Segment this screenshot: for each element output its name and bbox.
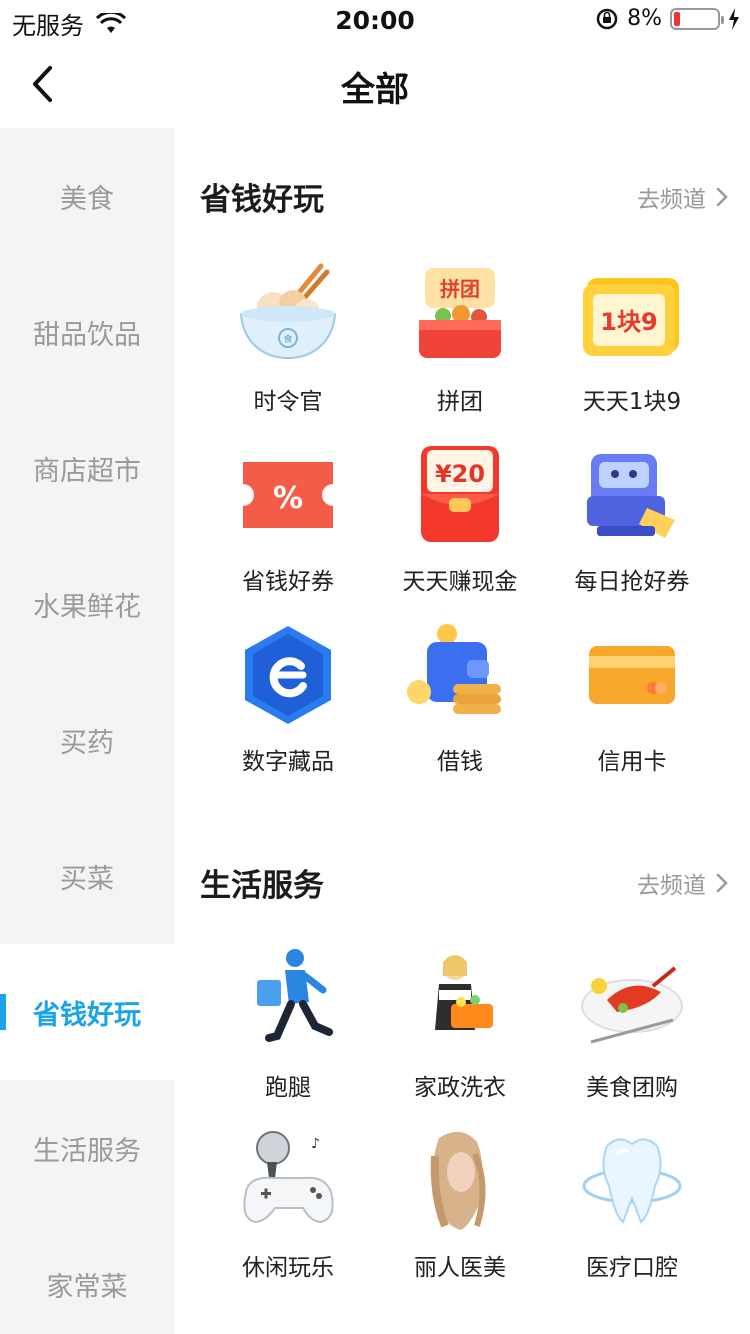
orientation-lock-icon — [596, 8, 618, 29]
housekeeping-icon — [405, 946, 515, 1056]
grid-item-leisure[interactable]: ♪ 休闲玩乐 — [202, 1126, 374, 1306]
nav-bar: 全部 — [0, 40, 750, 128]
bowl-icon: 食 — [233, 260, 343, 370]
status-bar: 无服务 20:00 8% — [0, 0, 750, 40]
tooth-icon — [577, 1126, 687, 1236]
grid-item-label: 数字藏品 — [242, 749, 334, 775]
sidebar-item-label: 家常菜 — [46, 1271, 128, 1303]
grid-item-beauty[interactable]: 丽人医美 — [374, 1126, 546, 1306]
go-channel-label: 去频道 — [637, 187, 706, 213]
grid-item-label: 拼团 — [437, 389, 483, 415]
ticket-badge: 1块9 — [600, 308, 657, 336]
svg-text:食: 食 — [283, 333, 292, 345]
grid-item-label: 天天1块9 — [582, 389, 682, 415]
red-envelope-icon: ¥20 — [405, 440, 515, 550]
sidebar-item-desserts-drinks[interactable]: 甜品饮品 — [0, 264, 174, 400]
grid-item-label: 每日抢好券 — [574, 569, 690, 595]
section-header: 生活服务 去频道 — [174, 814, 750, 946]
battery-status: 8% — [595, 6, 740, 31]
sidebar-item-groceries[interactable]: 买菜 — [0, 808, 174, 944]
grid-item-label: 时令官 — [253, 389, 323, 415]
grid-item-savings-coupon[interactable]: % 省钱好券 — [202, 440, 374, 620]
sidebar-item-food[interactable]: 美食 — [0, 128, 174, 264]
chevron-right-icon — [716, 187, 728, 207]
charging-bolt-icon — [729, 7, 739, 30]
category-sidebar: 美食 甜品饮品 商店超市 水果鲜花 买药 买菜 省钱好玩 生活服务 家常菜 — [0, 128, 174, 1334]
group-buy-badge: 拼团 — [440, 277, 480, 301]
grid-item-credit-card[interactable]: 信用卡 — [546, 620, 718, 800]
courier-icon — [233, 946, 343, 1056]
grid-item-dental[interactable]: 医疗口腔 — [546, 1126, 718, 1306]
cash-badge: ¥20 — [435, 460, 485, 488]
grid-item-label: 医疗口腔 — [586, 1255, 678, 1281]
sidebar-item-savings-fun[interactable]: 省钱好玩 — [0, 944, 174, 1080]
sidebar-item-home-cooking[interactable]: 家常菜 — [0, 1216, 174, 1334]
digital-collectible-icon — [233, 620, 343, 730]
sidebar-item-medicine[interactable]: 买药 — [0, 672, 174, 808]
grid-item-label: 省钱好券 — [242, 569, 334, 595]
sidebar-item-life-services[interactable]: 生活服务 — [0, 1080, 174, 1216]
sidebar-item-label: 省钱好玩 — [33, 999, 141, 1031]
group-buy-icon: 拼团 — [405, 260, 515, 370]
coupon-badge: % — [273, 481, 303, 516]
grid-item-label: 天天赚现金 — [402, 569, 518, 595]
sidebar-item-label: 买药 — [60, 727, 114, 759]
section-header: 省钱好玩 去频道 — [174, 128, 750, 260]
savings-grid: 食 时令官 拼团 拼团 1块9 天天1块9 % 省钱好券 ¥20 天天赚现金 每… — [174, 260, 750, 800]
grid-item-housekeeping[interactable]: 家政洗衣 — [374, 946, 546, 1126]
grid-item-label: 休闲玩乐 — [242, 1255, 334, 1281]
coupon-machine-icon — [577, 440, 687, 550]
life-services-grid: 跑腿 家政洗衣 美食团购 ♪ 休闲玩乐 丽人医美 医疗口腔 — [174, 946, 750, 1306]
battery-percent: 8% — [627, 6, 662, 31]
ticket-1-9-icon: 1块9 — [577, 260, 687, 370]
sidebar-item-label: 美食 — [60, 183, 114, 215]
grid-item-digital-collectible[interactable]: 数字藏品 — [202, 620, 374, 800]
grid-item-earn-cash[interactable]: ¥20 天天赚现金 — [374, 440, 546, 620]
grid-item-borrow[interactable]: 借钱 — [374, 620, 546, 800]
grid-item-errand[interactable]: 跑腿 — [202, 946, 374, 1126]
sidebar-item-fruit-flowers[interactable]: 水果鲜花 — [0, 536, 174, 672]
section-title: 省钱好玩 — [200, 182, 324, 218]
grid-item-daily-1-9[interactable]: 1块9 天天1块9 — [546, 260, 718, 440]
go-channel-link[interactable]: 去频道 — [637, 180, 728, 214]
grid-item-label: 美食团购 — [586, 1075, 678, 1101]
sidebar-item-label: 生活服务 — [33, 1135, 141, 1167]
page-title: 全部 — [341, 70, 409, 110]
sidebar-item-label: 水果鲜花 — [33, 591, 141, 623]
beauty-icon — [405, 1126, 515, 1236]
grid-item-label: 信用卡 — [597, 749, 667, 775]
battery-icon — [670, 7, 724, 30]
credit-card-icon — [577, 620, 687, 730]
grid-item-label: 借钱 — [437, 749, 483, 775]
section-title: 生活服务 — [200, 868, 324, 904]
grid-item-daily-coupon[interactable]: 每日抢好券 — [546, 440, 718, 620]
lobster-dish-icon — [577, 946, 687, 1056]
sidebar-item-stores[interactable]: 商店超市 — [0, 400, 174, 536]
gamepad-icon: ♪ — [233, 1126, 343, 1236]
active-indicator — [0, 994, 6, 1030]
grid-item-label: 丽人医美 — [414, 1255, 506, 1281]
sidebar-item-label: 甜品饮品 — [33, 319, 141, 351]
coupon-icon: % — [233, 440, 343, 550]
sidebar-item-label: 商店超市 — [33, 455, 141, 487]
sidebar-item-label: 买菜 — [60, 863, 114, 895]
grid-item-food-deals[interactable]: 美食团购 — [546, 946, 718, 1126]
grid-item-group-buy[interactable]: 拼团 拼团 — [374, 260, 546, 440]
go-channel-label: 去频道 — [637, 873, 706, 899]
wallet-coins-icon — [405, 620, 515, 730]
grid-item-label: 跑腿 — [265, 1075, 311, 1101]
go-channel-link[interactable]: 去频道 — [637, 866, 728, 900]
grid-item-label: 家政洗衣 — [414, 1075, 506, 1101]
chevron-right-icon — [716, 873, 728, 893]
main-content: 省钱好玩 去频道 食 时令官 拼团 拼团 1块9 天天1块9 % 省钱好券 ¥2… — [174, 128, 750, 1334]
svg-text:♪: ♪ — [311, 1136, 320, 1152]
grid-item-seasonal[interactable]: 食 时令官 — [202, 260, 374, 440]
